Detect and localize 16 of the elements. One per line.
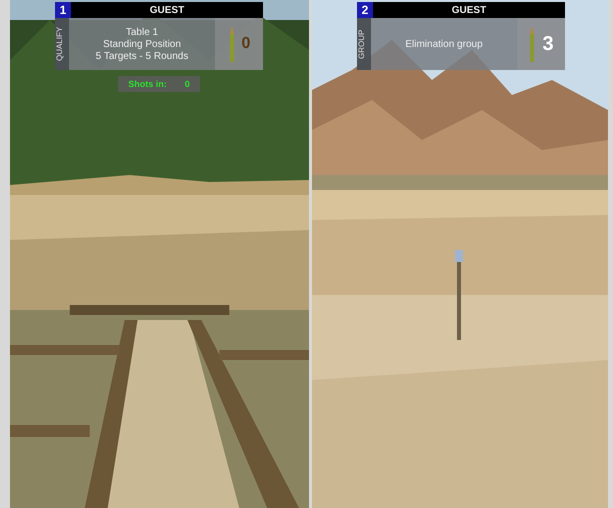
player-name: GUEST <box>148 4 186 16</box>
rounds-count: 3 <box>542 32 554 56</box>
player-number: 2 <box>357 2 373 18</box>
player-number: 1 <box>55 2 71 18</box>
stage-info: 5 Targets - 5 Rounds <box>96 50 188 62</box>
cartridge-icon <box>228 26 236 62</box>
rounds-count: 0 <box>242 35 250 53</box>
shots-label: Shots in: <box>128 79 167 89</box>
cartridge-icon <box>528 26 536 62</box>
stage-info: Table 1 <box>126 26 158 38</box>
stage-info: Elimination group <box>405 38 483 50</box>
mode-label: QUALIFY <box>55 18 69 70</box>
mode-label: GROUP <box>357 18 371 70</box>
stage-info: Standing Position <box>103 38 181 50</box>
player-name: GUEST <box>450 4 488 16</box>
shots-value: 0 <box>184 79 190 89</box>
